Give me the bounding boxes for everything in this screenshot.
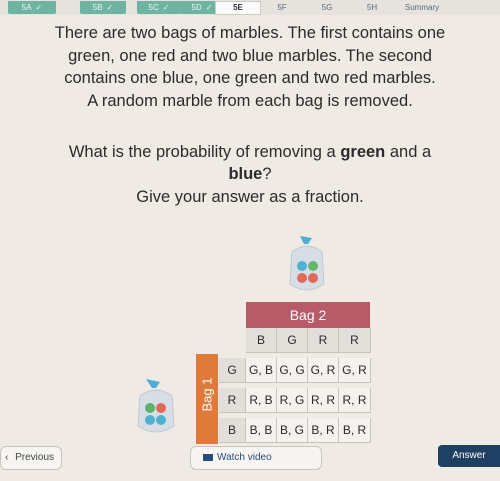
- table-cell: B, B: [246, 418, 277, 443]
- table-cell: G, G: [277, 358, 308, 383]
- chevron-left-icon: ‹: [5, 452, 9, 463]
- check-icon: ✓: [35, 3, 43, 12]
- table-cell: B, R: [339, 418, 371, 443]
- check-icon: ✓: [205, 3, 213, 12]
- check-icon: ✓: [162, 3, 170, 12]
- tab-5b[interactable]: 5B ✓: [80, 1, 126, 14]
- column-header: R: [308, 328, 339, 353]
- tab-5g[interactable]: 5G: [312, 1, 342, 14]
- tab-5h[interactable]: 5H: [357, 1, 387, 14]
- question-text: There are two bags of marbles. The first…: [54, 24, 446, 110]
- column-header: B: [246, 328, 277, 353]
- tab-summary[interactable]: Summary: [392, 1, 452, 14]
- table-cell: R, R: [308, 388, 339, 413]
- table-grid: B G R R G G, B G, G G, R G, R R R, B R, …: [196, 328, 371, 448]
- check-icon: ✓: [106, 3, 114, 12]
- sample-space-table: Bag 2 B G R R G G, B G, G G, R G, R R R,…: [196, 302, 371, 447]
- video-icon: [203, 453, 213, 461]
- row-header: G: [219, 358, 246, 383]
- table-cell: G, R: [339, 358, 371, 383]
- table-cell: G, B: [246, 358, 277, 383]
- table-cell: R, G: [277, 388, 308, 413]
- tab-5f[interactable]: 5F: [267, 1, 297, 14]
- table-cell: B, R: [308, 418, 339, 443]
- tab-5c[interactable]: 5C ✓: [137, 1, 181, 14]
- tab-5e[interactable]: 5E: [215, 0, 261, 15]
- bag-1-header: Bag 1: [196, 354, 218, 444]
- table-cell: R, R: [339, 388, 371, 413]
- column-header: R: [339, 328, 371, 353]
- answer-button[interactable]: Answer: [438, 445, 500, 467]
- previous-button[interactable]: ‹ Previous: [0, 446, 62, 470]
- row-header: B: [219, 418, 246, 443]
- instruction-text: Give your answer as a fraction.: [136, 188, 364, 206]
- tab-5a[interactable]: 5A ✓: [8, 1, 56, 14]
- column-header: G: [277, 328, 308, 353]
- table-cell: B, G: [277, 418, 308, 443]
- row-header: R: [219, 388, 246, 413]
- question-prompt: What is the probability of removing a gr…: [68, 143, 432, 183]
- bag-2-image: [289, 236, 325, 291]
- table-cell: R, B: [246, 388, 277, 413]
- table-cell: G, R: [308, 358, 339, 383]
- bag-2-header: Bag 2: [246, 302, 370, 328]
- bag-1-image: [137, 379, 175, 433]
- watch-video-button[interactable]: Watch video: [190, 446, 322, 470]
- tab-bar: 5A ✓ 5B ✓ 5C ✓ 5D ✓ 5E 5F 5G 5H Summary: [0, 0, 500, 15]
